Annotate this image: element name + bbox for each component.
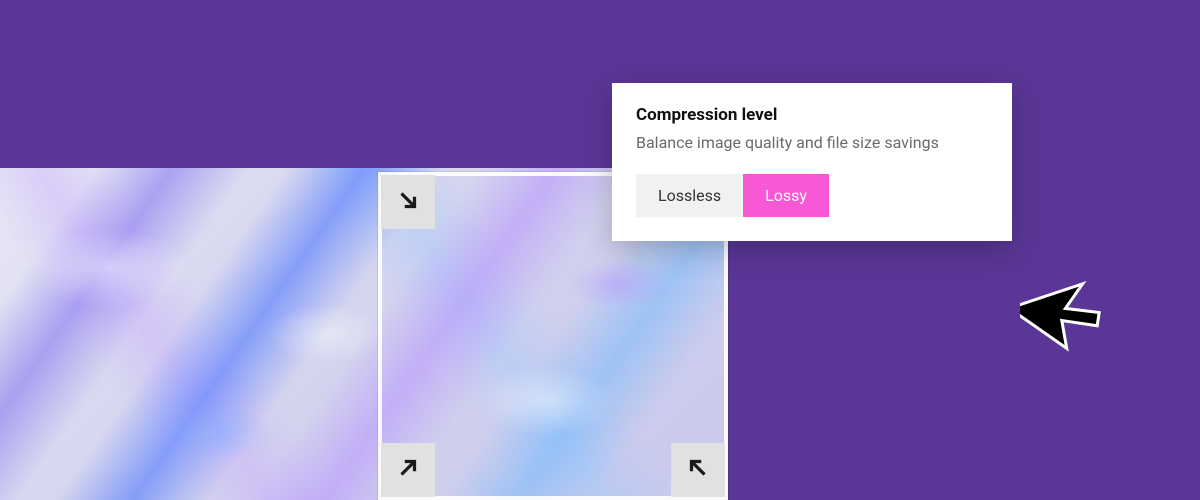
resize-handle-bottom-right[interactable] [671, 443, 725, 497]
option-lossless[interactable]: Lossless [636, 174, 743, 217]
compression-toggle: Lossless Lossy [636, 174, 829, 217]
resize-handle-bottom-left[interactable] [381, 443, 435, 497]
arrow-up-left-icon [685, 455, 711, 485]
option-lossy[interactable]: Lossy [743, 174, 829, 217]
compression-panel: Compression level Balance image quality … [612, 83, 1012, 241]
cursor-icon [1020, 252, 1120, 352]
panel-description: Balance image quality and file size savi… [636, 131, 988, 154]
arrow-down-right-icon [395, 187, 421, 217]
resize-handle-top-left[interactable] [381, 175, 435, 229]
panel-title: Compression level [636, 105, 988, 125]
arrow-up-right-icon [395, 455, 421, 485]
